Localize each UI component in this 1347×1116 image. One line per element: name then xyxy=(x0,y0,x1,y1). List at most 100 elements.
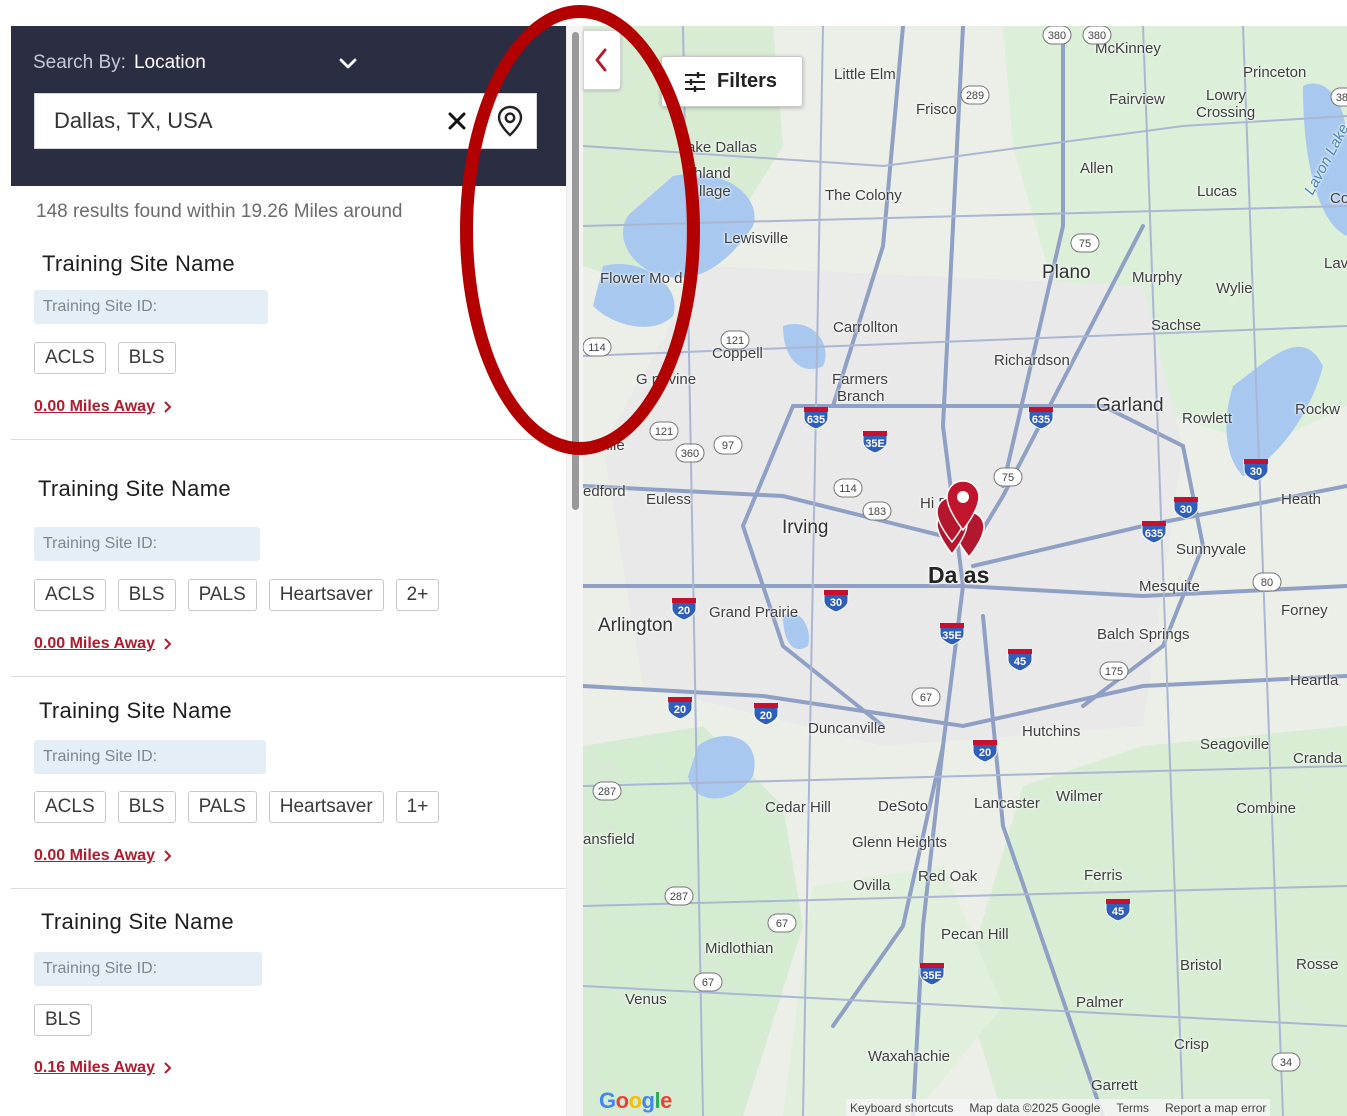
interstate-shield: 20 xyxy=(667,697,693,720)
interstate-shield: 20 xyxy=(671,598,697,621)
highway-shield: 289 xyxy=(960,85,990,105)
svg-text:20: 20 xyxy=(678,605,690,617)
highway-shield: 380 xyxy=(1042,26,1072,45)
tag: PALS xyxy=(187,791,257,823)
filters-label: Filters xyxy=(717,70,778,92)
tag-list: ACLS BLS PALS Heartsaver 1+ xyxy=(34,791,440,823)
distance-link[interactable]: 0.16 Miles Away xyxy=(34,1059,172,1077)
svg-text:97: 97 xyxy=(722,440,734,452)
svg-text:287: 287 xyxy=(598,786,616,798)
distance-text: 0.00 Miles Away xyxy=(34,398,155,415)
svg-text:360: 360 xyxy=(681,448,699,460)
scrollbar-thumb[interactable] xyxy=(572,32,579,510)
tag-list: ACLS BLS xyxy=(34,342,176,374)
chevron-down-icon[interactable] xyxy=(338,54,358,74)
interstate-shield: 20 xyxy=(753,703,779,726)
map-pin-icon[interactable] xyxy=(945,480,981,532)
location-search-input[interactable] xyxy=(35,94,435,148)
distance-text: 0.00 Miles Away xyxy=(34,847,155,864)
site-name: Training Site Name xyxy=(42,251,235,276)
divider xyxy=(11,676,566,677)
svg-text:30: 30 xyxy=(1250,466,1262,478)
svg-text:75: 75 xyxy=(1002,472,1014,484)
highway-shield: 380 xyxy=(1330,87,1347,107)
highway-shield: 121 xyxy=(649,421,679,441)
highway-shield: 114 xyxy=(583,337,612,357)
distance-link[interactable]: 0.00 Miles Away xyxy=(34,847,172,865)
interstate-shield: 20 xyxy=(972,740,998,763)
chevron-right-icon xyxy=(164,401,172,413)
tag-more[interactable]: 1+ xyxy=(395,791,440,823)
distance-link[interactable]: 0.00 Miles Away xyxy=(34,635,172,653)
search-by-dropdown[interactable]: Search By: Location xyxy=(33,52,206,74)
map[interactable]: McKinney Little Elm Princeton Frisco Fai… xyxy=(583,26,1347,1116)
chevron-right-icon xyxy=(164,1062,172,1074)
svg-text:175: 175 xyxy=(1105,666,1123,678)
site-name: Training Site Name xyxy=(39,698,232,723)
highway-shield: 175 xyxy=(1099,661,1129,681)
collapse-panel-button[interactable] xyxy=(583,30,621,90)
svg-text:380: 380 xyxy=(1336,92,1347,104)
map-data-attribution: Map data ©2025 Google xyxy=(969,1100,1101,1115)
site-id-badge: Training Site ID: xyxy=(34,740,266,774)
search-by-label: Search By: xyxy=(33,52,126,73)
highway-shield: 75 xyxy=(993,467,1023,487)
svg-text:35E: 35E xyxy=(922,970,942,982)
highway-shield: 183 xyxy=(862,501,892,521)
tag: BLS xyxy=(117,791,176,823)
interstate-shield: 35E xyxy=(939,623,965,646)
svg-text:635: 635 xyxy=(1032,414,1050,426)
tag: BLS xyxy=(117,342,176,374)
svg-text:75: 75 xyxy=(1079,238,1091,250)
terms-link[interactable]: Terms xyxy=(1116,1101,1149,1115)
tag-list: BLS xyxy=(34,1004,92,1036)
svg-text:80: 80 xyxy=(1261,577,1273,589)
tag: ACLS xyxy=(34,579,106,611)
svg-text:183: 183 xyxy=(868,506,886,518)
google-logo-text: Google xyxy=(599,1088,672,1113)
keyboard-shortcuts-link[interactable]: Keyboard shortcuts xyxy=(850,1101,953,1115)
tag-more[interactable]: 2+ xyxy=(395,579,440,611)
tag: Heartsaver xyxy=(268,579,384,611)
site-name: Training Site Name xyxy=(38,476,231,501)
interstate-shield: 635 xyxy=(803,407,829,430)
location-pin-icon[interactable] xyxy=(495,105,525,137)
svg-text:289: 289 xyxy=(966,90,984,102)
svg-text:20: 20 xyxy=(760,710,772,722)
highway-shield: 287 xyxy=(664,886,694,906)
interstate-shield: 45 xyxy=(1105,899,1131,922)
site-name: Training Site Name xyxy=(41,909,234,934)
svg-text:30: 30 xyxy=(830,597,842,609)
svg-text:287: 287 xyxy=(670,891,688,903)
highway-shield: 114 xyxy=(833,478,863,498)
distance-link[interactable]: 0.00 Miles Away xyxy=(34,398,172,416)
svg-text:114: 114 xyxy=(588,342,606,354)
tag: Heartsaver xyxy=(268,791,384,823)
interstate-shield: 635 xyxy=(1141,521,1167,544)
highway-shield: 287 xyxy=(592,781,622,801)
tag-list: ACLS BLS PALS Heartsaver 2+ xyxy=(34,579,440,611)
svg-text:635: 635 xyxy=(1145,528,1163,540)
report-map-error-link[interactable]: Report a map error xyxy=(1165,1101,1266,1115)
svg-text:35E: 35E xyxy=(942,630,962,642)
results-panel: Search By: Location 148 results found wi… xyxy=(11,26,566,1116)
filters-button[interactable]: Filters xyxy=(661,56,803,107)
highway-shield: 380 xyxy=(1082,26,1112,45)
highway-shield: 67 xyxy=(767,913,797,933)
svg-text:67: 67 xyxy=(920,692,932,704)
svg-text:635: 635 xyxy=(807,414,825,426)
highway-shield: 121 xyxy=(720,330,750,350)
svg-text:121: 121 xyxy=(726,335,744,347)
interstate-shield: 635 xyxy=(1028,407,1054,430)
clear-icon[interactable] xyxy=(445,109,469,133)
site-id-badge: Training Site ID: xyxy=(34,290,268,324)
svg-text:67: 67 xyxy=(702,977,714,989)
tag: ACLS xyxy=(34,342,106,374)
divider xyxy=(11,888,566,889)
interstate-shield: 30 xyxy=(1173,497,1199,520)
svg-text:20: 20 xyxy=(674,704,686,716)
results-scrollbar[interactable] xyxy=(566,26,583,1116)
svg-text:114: 114 xyxy=(839,483,857,495)
search-header: Search By: Location xyxy=(11,26,566,186)
highway-shield: 80 xyxy=(1252,572,1282,592)
